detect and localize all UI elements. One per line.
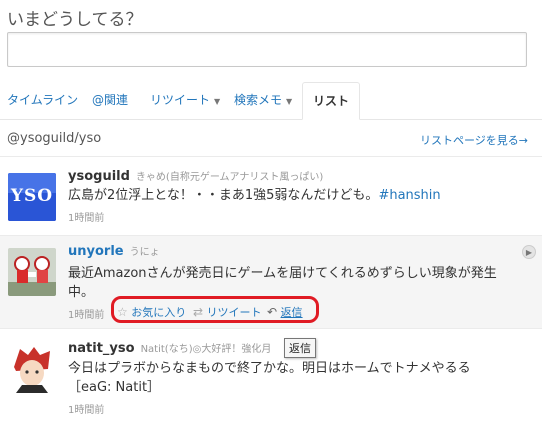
tweet-text-line1: 今日はプラボからなまもので終了かな。明日はホームでトナメやるる bbox=[68, 361, 471, 376]
tweet-text-line2: ［eaG: Natit］ bbox=[68, 380, 161, 395]
chevron-down-icon: ▼ bbox=[214, 97, 221, 106]
tooltip: 返信 bbox=[284, 338, 316, 358]
anime-character-icon bbox=[8, 345, 56, 393]
reply-label: 返信 bbox=[280, 306, 303, 319]
tweet-timestamp[interactable]: 1時間前 bbox=[68, 401, 104, 416]
retweet-label: リツイート bbox=[206, 306, 262, 319]
tab-lists[interactable]: リスト bbox=[302, 82, 361, 120]
compose-prompt: いまどうしてる？ bbox=[7, 10, 143, 30]
avatar[interactable] bbox=[8, 248, 56, 296]
favorite-label: お気に入り bbox=[131, 306, 187, 319]
tweet-more-button[interactable]: ▶ bbox=[522, 245, 536, 259]
avatar-text: YSO bbox=[10, 186, 54, 206]
avatar[interactable]: YSO bbox=[8, 173, 56, 221]
reply-icon: ↶ bbox=[267, 305, 278, 319]
screen-name-link[interactable]: ysoguild bbox=[68, 169, 130, 184]
tweet-timestamp[interactable]: 1時間前 bbox=[68, 209, 104, 224]
tab-label: リスト bbox=[313, 94, 350, 108]
tweet-text-main: 広島が2位浮上とな！・・まあ1強5弱なんだけども。 bbox=[68, 188, 379, 203]
chevron-down-icon: ▼ bbox=[286, 97, 293, 106]
avatar[interactable] bbox=[8, 345, 56, 393]
tab-timeline[interactable]: タイムライン bbox=[7, 82, 78, 118]
tweet-timestamp[interactable]: 1時間前 bbox=[68, 306, 104, 321]
list-title: @ysoguild/yso bbox=[7, 131, 102, 146]
screen-name-link[interactable]: natit_yso bbox=[68, 341, 135, 356]
tab-retweets[interactable]: リツイート ▼ bbox=[150, 82, 220, 118]
tab-label: リツイート bbox=[150, 93, 211, 107]
tweet-text-line2: 中。 bbox=[68, 285, 95, 300]
full-name: きゃめ(自称元ゲームアナリスト風っぱい) bbox=[135, 172, 324, 183]
tweet-text: 広島が2位浮上とな！・・まあ1強5弱なんだけども。#hanshin bbox=[68, 186, 441, 205]
status-input[interactable] bbox=[7, 32, 527, 67]
tab-saved-searches[interactable]: 検索メモ ▼ bbox=[234, 82, 292, 118]
divider bbox=[0, 328, 542, 329]
favorite-button[interactable]: ☆ お気に入り bbox=[117, 304, 186, 320]
robot-figure-icon bbox=[8, 248, 56, 296]
retweet-icon: ⇄ bbox=[193, 305, 204, 319]
tab-mentions[interactable]: @関連 bbox=[92, 82, 128, 118]
hashtag-link[interactable]: #hanshin bbox=[378, 188, 440, 203]
tab-label: タイムライン bbox=[7, 93, 79, 107]
divider bbox=[0, 156, 542, 157]
tweet-author: unyorle うにょ bbox=[68, 243, 160, 259]
retweet-button[interactable]: ⇄ リツイート bbox=[193, 304, 262, 320]
tab-label: @関連 bbox=[92, 93, 129, 107]
screen-name-link[interactable]: unyorle bbox=[68, 244, 124, 259]
tweet-author: natit_yso Natit(なち)◎大好評！強化月 bbox=[68, 340, 271, 356]
star-icon: ☆ bbox=[117, 305, 128, 319]
tab-bar: タイムライン @関連 リツイート ▼ 検索メモ ▼ リスト bbox=[0, 82, 542, 120]
tab-label: 検索メモ bbox=[234, 93, 283, 107]
reply-button[interactable]: ↶ 返信 bbox=[267, 304, 303, 320]
full-name: うにょ bbox=[129, 247, 160, 258]
list-page-link[interactable]: リストページを見る→ bbox=[420, 132, 528, 148]
full-name: Natit(なち)◎大好評！強化月 bbox=[140, 344, 272, 355]
tweet-author: ysoguild きゃめ(自称元ゲームアナリスト風っぱい) bbox=[68, 168, 323, 184]
tweet-text-line1: 最近Amazonさんが発売日にゲームを届けてくれるめずらしい現象が発生 bbox=[68, 266, 497, 281]
